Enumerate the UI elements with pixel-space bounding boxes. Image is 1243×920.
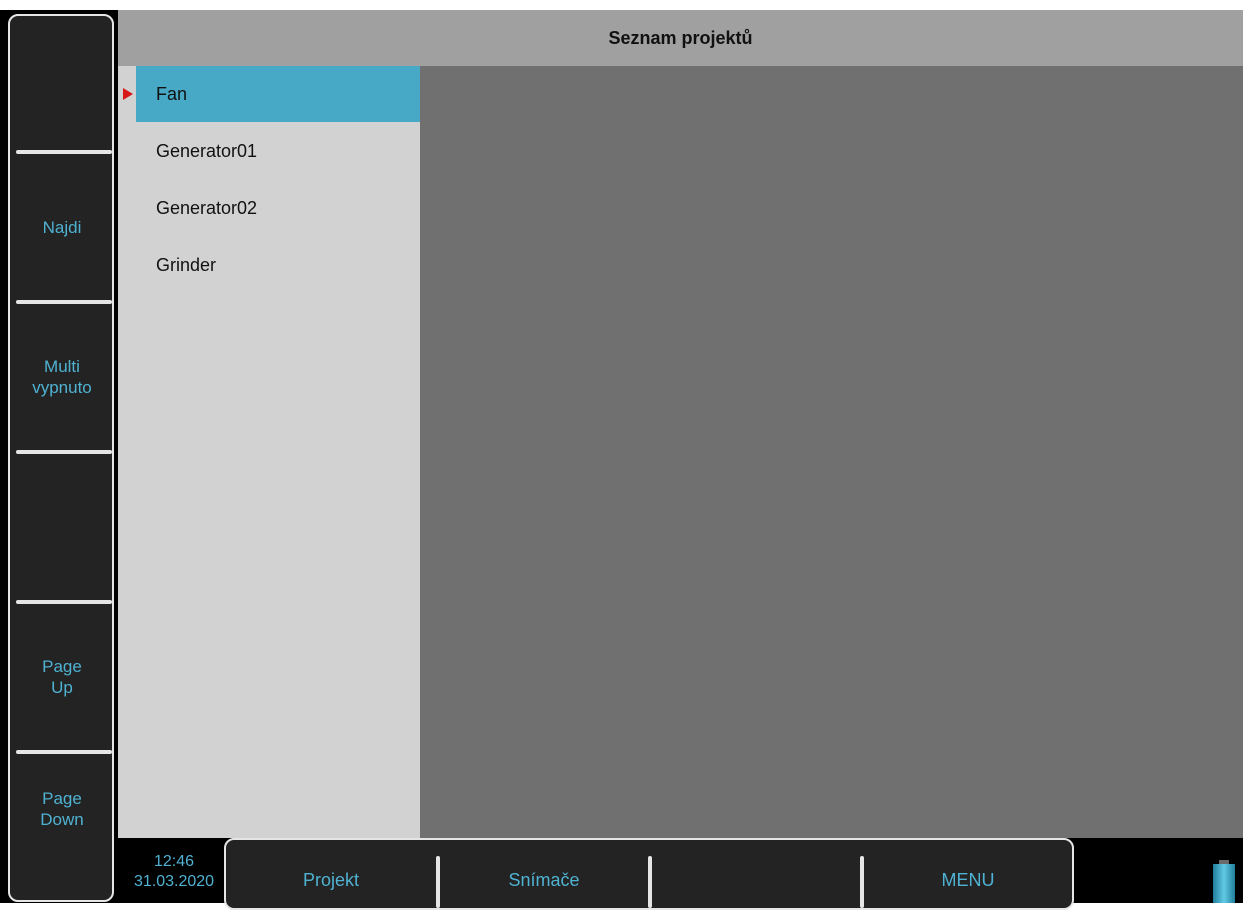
clock: 12:46 31.03.2020 bbox=[118, 852, 230, 892]
function-key-bar: 12:46 31.03.2020 Projekt Snímače MENU bbox=[118, 838, 1243, 910]
screen: Najdi Multi vypnuto Page Up Page Down Se… bbox=[0, 0, 1243, 910]
page-down-button[interactable]: Page Down bbox=[10, 754, 114, 864]
list-item-grinder[interactable]: Grinder bbox=[136, 237, 420, 293]
page-title: Seznam projektů bbox=[118, 10, 1243, 66]
function-key-frame: Projekt Snímače MENU bbox=[224, 838, 1074, 910]
project-button[interactable]: Projekt bbox=[226, 840, 436, 920]
clock-time: 12:46 bbox=[153, 853, 195, 870]
sensors-button[interactable]: Snímače bbox=[440, 840, 648, 920]
multi-toggle-button[interactable]: Multi vypnuto bbox=[10, 304, 114, 450]
clock-date: 31.03.2020 bbox=[133, 873, 215, 890]
triangle-right-icon bbox=[123, 88, 133, 100]
left-softkey-panel: Najdi Multi vypnuto Page Up Page Down bbox=[0, 10, 118, 903]
find-button[interactable]: Najdi bbox=[10, 154, 114, 300]
left-softkey-frame: Najdi Multi vypnuto Page Up Page Down bbox=[8, 14, 114, 902]
menu-button[interactable]: MENU bbox=[864, 840, 1072, 920]
project-list: Fan Generator01 Generator02 Grinder bbox=[118, 66, 420, 838]
function-key-3[interactable] bbox=[652, 840, 860, 920]
battery-icon bbox=[1213, 860, 1235, 903]
side-key-4[interactable] bbox=[10, 454, 114, 600]
side-key-1[interactable] bbox=[10, 16, 114, 150]
list-item-generator02[interactable]: Generator02 bbox=[136, 180, 420, 236]
detail-panel bbox=[420, 66, 1243, 838]
page-up-button[interactable]: Page Up bbox=[10, 604, 114, 750]
selection-marker bbox=[118, 66, 136, 122]
list-item-fan[interactable]: Fan bbox=[136, 66, 420, 122]
battery-level bbox=[1213, 864, 1235, 903]
list-item-generator01[interactable]: Generator01 bbox=[136, 123, 420, 179]
